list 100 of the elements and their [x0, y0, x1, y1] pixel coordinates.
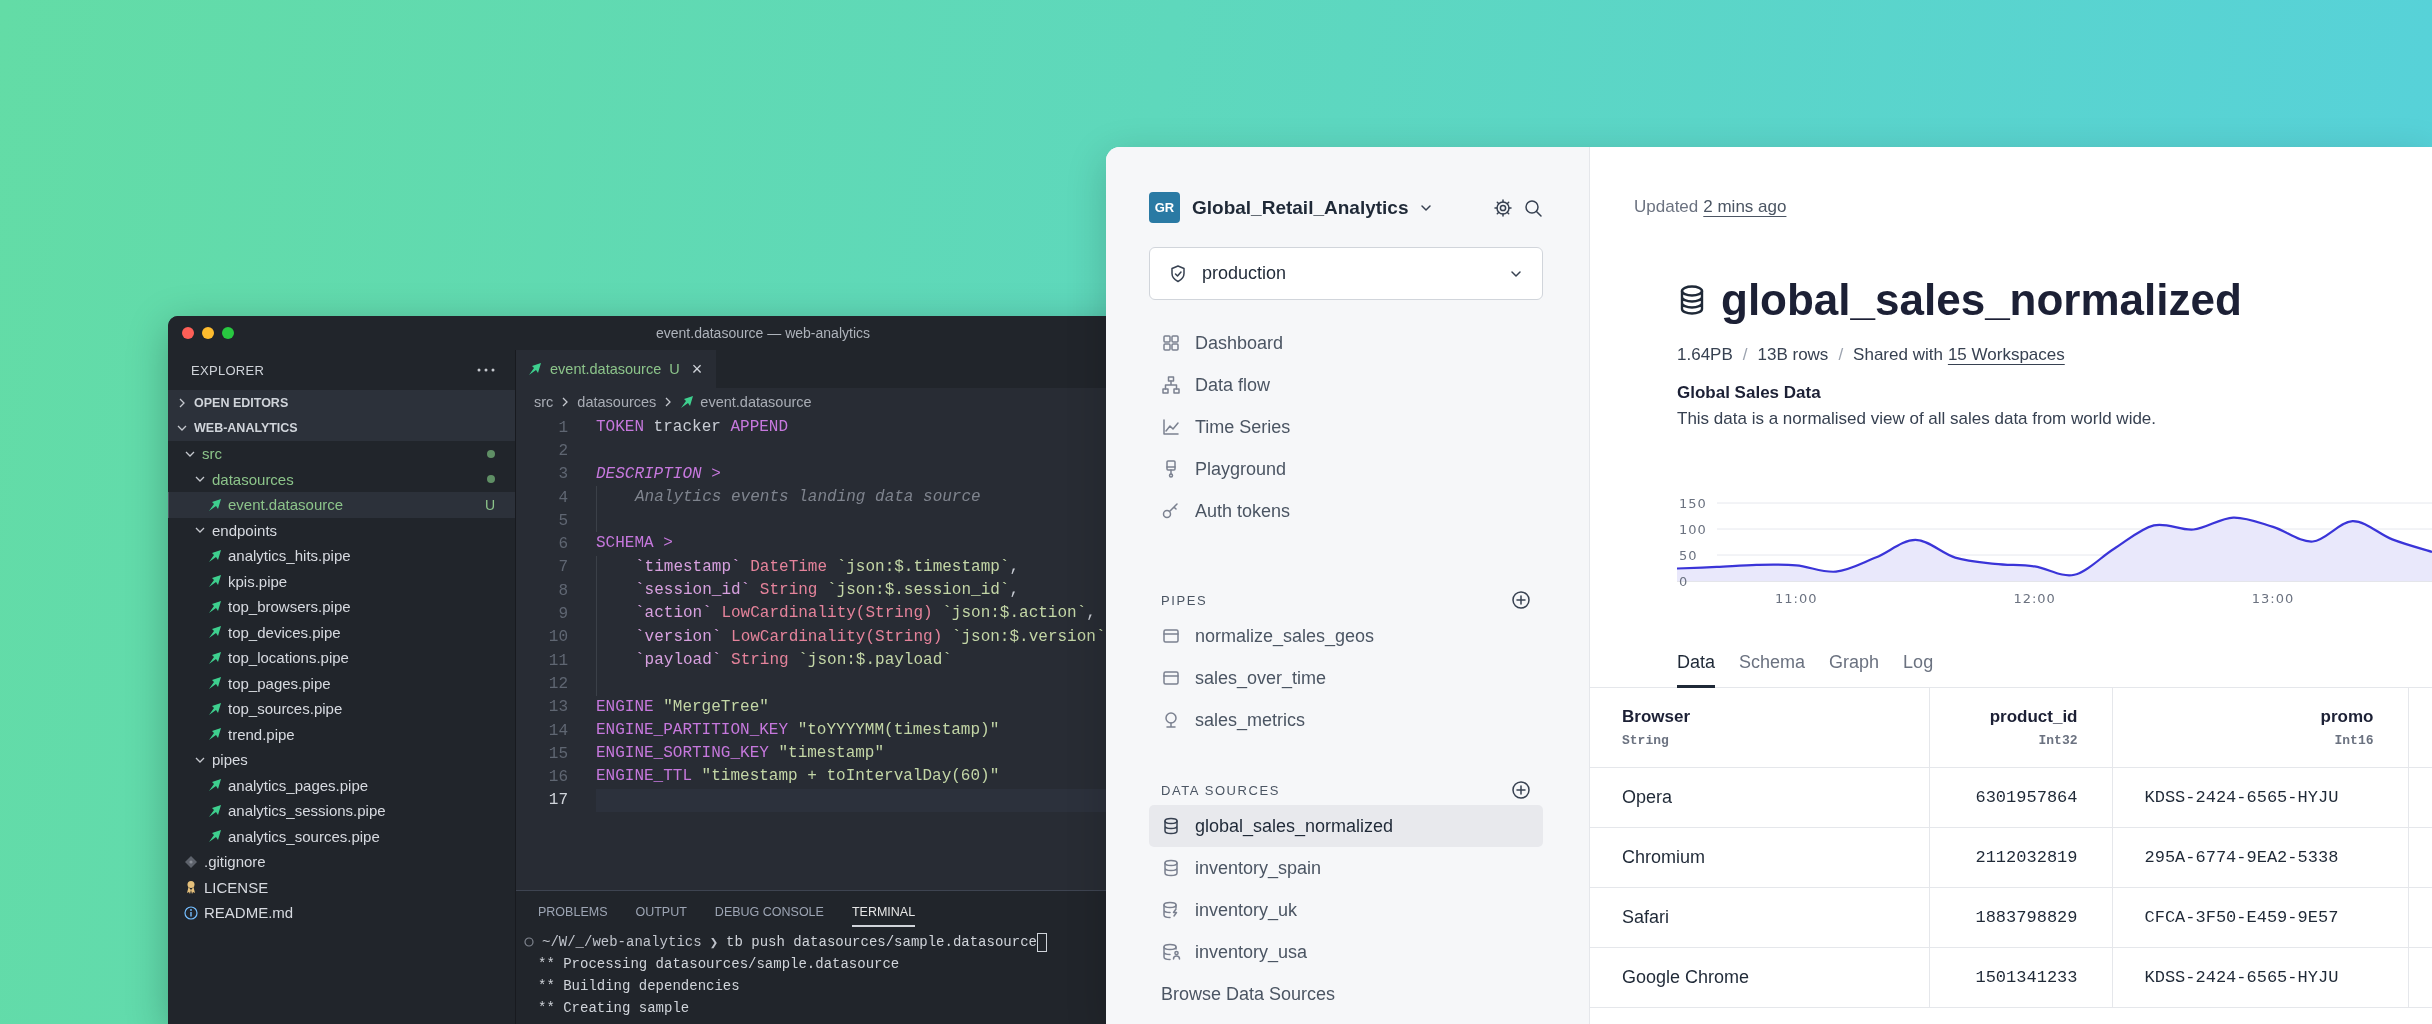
- file-tree-item[interactable]: LICENSE: [168, 874, 515, 900]
- breadcrumb-item[interactable]: src: [534, 394, 554, 410]
- section-header[interactable]: OPEN EDITORS: [168, 390, 515, 416]
- breadcrumb-item[interactable]: datasources: [577, 394, 657, 410]
- nav-item[interactable]: Auth tokens: [1149, 490, 1543, 532]
- nav-item[interactable]: global_sales_normalized: [1149, 805, 1543, 847]
- add-icon[interactable]: [1511, 590, 1531, 610]
- nav-item[interactable]: Time Series: [1149, 406, 1543, 448]
- line-number: 5: [557, 511, 568, 530]
- nav-item[interactable]: inventory_usa: [1149, 931, 1543, 973]
- bird-icon: [208, 625, 222, 640]
- code-line: DESCRIPTION >: [596, 463, 721, 485]
- axis-label: 11:00: [1775, 591, 1818, 606]
- file-tree-item[interactable]: top_devices.pipe: [168, 619, 515, 645]
- prompt-path: ~/W/_/web-analytics: [542, 934, 702, 950]
- bird-icon: [208, 701, 222, 716]
- updated-link[interactable]: 2 mins ago: [1703, 197, 1787, 217]
- file-tree-item[interactable]: src: [168, 441, 515, 467]
- file-tree-item[interactable]: top_pages.pipe: [168, 670, 515, 696]
- file-tree-item[interactable]: endpoints: [168, 517, 515, 543]
- panel-tab[interactable]: PROBLEMS: [538, 895, 608, 927]
- nav-item[interactable]: inventory_spain: [1149, 847, 1543, 889]
- nav-item[interactable]: Data flow: [1149, 364, 1543, 406]
- tab[interactable]: Data: [1677, 639, 1716, 688]
- panel-title: EXPLORER: [191, 362, 265, 378]
- axis-label: 0: [1679, 574, 1689, 589]
- code-line: `payload` String `json:$.payload`: [596, 648, 952, 673]
- axis-label: 150: [1679, 496, 1707, 511]
- axis-label: 12:00: [2013, 591, 2056, 606]
- separator: /: [1742, 345, 1748, 365]
- line-number: 10: [547, 628, 568, 647]
- line-number: 3: [557, 465, 568, 484]
- add-icon[interactable]: [1511, 780, 1531, 800]
- code-line: ENGINE_TTL "timestamp + toIntervalDay(60)": [596, 766, 1000, 788]
- maximize-window-icon[interactable]: [222, 327, 234, 339]
- file-tree-item[interactable]: datasources: [168, 466, 515, 492]
- description: This data is a normalised view of all sales data from world wide.: [1677, 408, 2158, 430]
- bird-icon: [680, 395, 695, 409]
- file-tree-item[interactable]: event.datasource U: [168, 492, 515, 518]
- tab[interactable]: Log: [1903, 639, 1934, 688]
- close-window-icon[interactable]: [182, 327, 194, 339]
- file-tree-item[interactable]: top_sources.pipe: [168, 696, 515, 722]
- window-title: event.datasource — web-analytics: [655, 325, 871, 341]
- environment-dropdown[interactable]: production: [1149, 247, 1543, 300]
- status-dot-icon: [487, 449, 495, 458]
- bird-icon: [208, 497, 222, 512]
- file-tree-item[interactable]: analytics_hits.pipe: [168, 543, 515, 569]
- file-tree-item[interactable]: .gitignore: [168, 849, 515, 875]
- tab[interactable]: Schema: [1739, 639, 1806, 688]
- nav-item[interactable]: Browse Data Sources: [1149, 973, 1543, 1015]
- code-line: ENGINE_PARTITION_KEY "toYYYYMM(timestamp)": [596, 719, 1000, 741]
- settings-icon[interactable]: [1493, 197, 1513, 218]
- code-line: SCHEMA >: [596, 533, 673, 555]
- file-tree-item[interactable]: README.md: [168, 900, 515, 926]
- minimize-window-icon[interactable]: [202, 327, 214, 339]
- line-number: 13: [547, 698, 568, 717]
- nav-item[interactable]: sales_over_time: [1149, 657, 1543, 699]
- table-cell: CFCA-3F50-E459-9E57: [2144, 907, 2339, 927]
- column-header[interactable]: product_id: [1961, 706, 2078, 727]
- bird-icon: [208, 778, 222, 793]
- bird-icon: [208, 829, 222, 844]
- line-number: 11: [547, 651, 568, 670]
- panel-tab[interactable]: TERMINAL: [851, 895, 916, 927]
- close-button[interactable]: ×: [691, 358, 703, 380]
- file-tree-item[interactable]: top_browsers.pipe: [168, 594, 515, 620]
- search-icon[interactable]: [1523, 197, 1543, 218]
- breadcrumb-item[interactable]: event.datasource: [700, 394, 812, 410]
- file-tree-item[interactable]: pipes: [168, 747, 515, 773]
- panel-tab[interactable]: DEBUG CONSOLE: [714, 895, 824, 927]
- editor-tab[interactable]: event.datasource U ×: [516, 350, 717, 388]
- column-type: Int16: [2333, 732, 2374, 748]
- line-number: 15: [547, 744, 568, 763]
- workspace-name[interactable]: Global_Retail_Analytics: [1192, 196, 1409, 219]
- file-tree-item[interactable]: analytics_sessions.pipe: [168, 798, 515, 824]
- workspaces-link[interactable]: 15 Workspaces: [1947, 345, 2065, 365]
- text-cursor: [1036, 932, 1047, 952]
- panel-tab[interactable]: OUTPUT: [635, 895, 687, 927]
- section-header[interactable]: WEB-ANALYTICS: [168, 415, 515, 441]
- nav-item[interactable]: Dashboard: [1149, 322, 1543, 364]
- column-header[interactable]: Browser: [1622, 706, 1897, 727]
- file-tree-item[interactable]: analytics_sources.pipe: [168, 823, 515, 849]
- prompt-symbol: ❯: [709, 933, 719, 951]
- tab[interactable]: Graph: [1829, 639, 1880, 688]
- axis-label: 100: [1679, 522, 1707, 537]
- nav-item[interactable]: normalize_sales_geos: [1149, 615, 1543, 657]
- file-tree-item[interactable]: analytics_pages.pipe: [168, 772, 515, 798]
- terminal-output: ** Creating sample: [538, 1000, 690, 1016]
- file-tree-item[interactable]: top_locations.pipe: [168, 645, 515, 671]
- more-icon[interactable]: [477, 368, 495, 372]
- code-line: Analytics events landing data source: [596, 485, 981, 510]
- description-title: Global Sales Data: [1677, 382, 1822, 404]
- code-line: `session_id` String `json:$.session_id`,: [596, 579, 1020, 603]
- section-title: PIPES: [1161, 592, 1208, 608]
- nav-item[interactable]: Playground: [1149, 448, 1543, 490]
- status-dot-icon: [487, 475, 495, 484]
- file-tree-item[interactable]: trend.pipe: [168, 721, 515, 747]
- file-tree-item[interactable]: kpis.pipe: [168, 568, 515, 594]
- nav-item[interactable]: inventory_uk: [1149, 889, 1543, 931]
- nav-item[interactable]: sales_metrics: [1149, 699, 1543, 741]
- column-header[interactable]: promo: [2144, 706, 2374, 727]
